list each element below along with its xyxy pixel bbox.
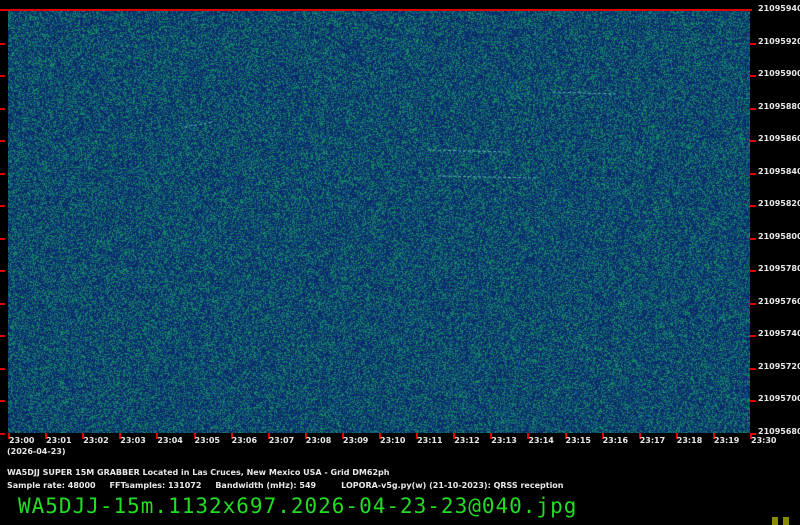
time-label: 23:13 bbox=[491, 436, 516, 445]
frequency-tick bbox=[0, 205, 5, 207]
frequency-label: 21095860 bbox=[758, 134, 800, 143]
frequency-tick bbox=[0, 140, 5, 142]
frequency-label: 21095940 bbox=[758, 4, 800, 13]
frequency-tick bbox=[750, 173, 756, 175]
frequency-tick bbox=[750, 400, 756, 402]
frequency-tick bbox=[0, 43, 5, 45]
time-label: 23:15 bbox=[566, 436, 591, 445]
time-label: 23:30 bbox=[751, 436, 776, 445]
time-label: 23:12 bbox=[454, 436, 479, 445]
frequency-tick bbox=[750, 140, 756, 142]
indicator-square bbox=[783, 517, 789, 525]
time-label: 23:18 bbox=[677, 436, 702, 445]
frequency-tick bbox=[0, 108, 5, 110]
time-label: 23:11 bbox=[417, 436, 442, 445]
time-label: 23:16 bbox=[603, 436, 628, 445]
time-label: 23:07 bbox=[269, 436, 294, 445]
frequency-tick bbox=[750, 335, 756, 337]
time-label: 23:08 bbox=[306, 436, 331, 445]
waterfall-spectrogram bbox=[8, 10, 750, 433]
frequency-tick bbox=[0, 303, 5, 305]
frequency-label: 21095760 bbox=[758, 297, 800, 306]
frequency-tick bbox=[0, 238, 5, 240]
frequency-tick bbox=[0, 173, 5, 175]
frequency-tick bbox=[750, 75, 756, 77]
time-label: 23:00 bbox=[9, 436, 34, 445]
frequency-tick bbox=[0, 368, 5, 370]
software-info: LOPORA-v5g.py(w) (21-10-2023): QRSS rece… bbox=[341, 481, 563, 490]
frequency-label: 21095720 bbox=[758, 362, 800, 371]
frequency-tick bbox=[0, 270, 5, 272]
top-red-line bbox=[0, 9, 752, 11]
fft-samples: FFTsamples: 131072 bbox=[110, 481, 202, 490]
frequency-tick bbox=[750, 368, 756, 370]
parameters-line: Sample rate: 48000 FFTsamples: 131072 Ba… bbox=[7, 481, 564, 490]
frequency-tick bbox=[750, 108, 756, 110]
frequency-tick bbox=[750, 205, 756, 207]
frequency-label: 21095700 bbox=[758, 394, 800, 403]
date-label: (2026-04-23) bbox=[7, 447, 65, 456]
bandwidth: Bandwidth (mHz): 549 bbox=[215, 481, 316, 490]
time-label: 23:02 bbox=[83, 436, 108, 445]
time-label: 23:05 bbox=[195, 436, 220, 445]
frequency-tick bbox=[750, 238, 756, 240]
frequency-label: 21095680 bbox=[758, 427, 800, 436]
time-label: 23:14 bbox=[528, 436, 553, 445]
frequency-label: 21095780 bbox=[758, 264, 800, 273]
frequency-label: 21095920 bbox=[758, 37, 800, 46]
time-label: 23:10 bbox=[380, 436, 405, 445]
frequency-label: 21095800 bbox=[758, 232, 800, 241]
time-label: 23:06 bbox=[232, 436, 257, 445]
frequency-label: 21095840 bbox=[758, 167, 800, 176]
frequency-label: 21095820 bbox=[758, 199, 800, 208]
frequency-tick bbox=[0, 75, 5, 77]
filename-label: WA5DJJ-15m.1132x697.2026-04-23-23@040.jp… bbox=[18, 494, 577, 518]
time-label: 23:09 bbox=[343, 436, 368, 445]
indicator-square bbox=[772, 517, 778, 525]
frequency-tick bbox=[750, 43, 756, 45]
station-info: WA5DJJ SUPER 15M GRABBER Located in Las … bbox=[7, 468, 389, 477]
frequency-tick bbox=[0, 400, 5, 402]
time-label: 23:19 bbox=[714, 436, 739, 445]
frequency-tick bbox=[0, 433, 5, 435]
frequency-label: 21095900 bbox=[758, 69, 800, 78]
time-label: 23:17 bbox=[640, 436, 665, 445]
time-label: 23:01 bbox=[46, 436, 71, 445]
frequency-tick bbox=[0, 335, 5, 337]
frequency-tick bbox=[750, 270, 756, 272]
time-label: 23:03 bbox=[120, 436, 145, 445]
sample-rate: Sample rate: 48000 bbox=[7, 481, 96, 490]
frequency-tick bbox=[750, 303, 756, 305]
frequency-label: 21095880 bbox=[758, 102, 800, 111]
frequency-label: 21095740 bbox=[758, 329, 800, 338]
time-label: 23:04 bbox=[157, 436, 182, 445]
